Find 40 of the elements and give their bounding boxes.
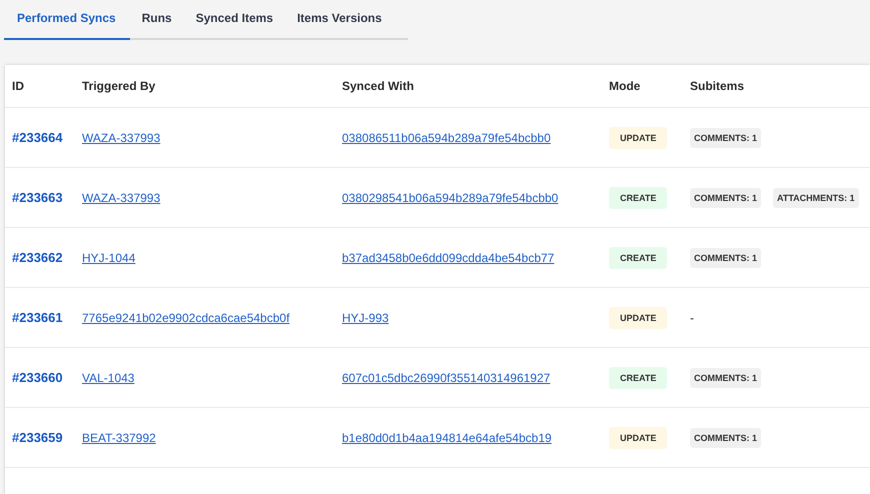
- synced-with-link[interactable]: 607c01c5dbc26990f355140314961927: [342, 370, 550, 384]
- column-header: Triggered By: [82, 79, 156, 93]
- tab[interactable]: Runs: [130, 8, 184, 40]
- tab[interactable]: Synced Items: [184, 8, 286, 40]
- subitem-tag: COMMENTS: 1: [690, 428, 761, 448]
- mode-tag: CREATE: [609, 186, 668, 208]
- triggered-by-link[interactable]: HYJ-1044: [82, 250, 136, 264]
- synced-with-link[interactable]: HYJ-993: [342, 310, 389, 324]
- column-header: Mode: [609, 79, 642, 93]
- sync-id-link[interactable]: #233659: [12, 430, 63, 445]
- mode-tag: UPDATE: [609, 426, 668, 448]
- triggered-by-link[interactable]: BEAT-337992: [82, 430, 156, 444]
- mode-tag: CREATE: [609, 246, 668, 268]
- column-header: Synced With: [342, 79, 415, 93]
- triggered-by-link[interactable]: 7765e9241b02e9902cdca6cae54bcb0f: [82, 310, 290, 324]
- subitem-tag: COMMENTS: 1: [690, 368, 761, 388]
- triggered-by-link[interactable]: WAZA-337993: [82, 190, 160, 204]
- subitem-tag: ATTACHMENTS: 1: [773, 188, 859, 208]
- sync-id-link[interactable]: #233660: [12, 370, 63, 385]
- tab[interactable]: Items Versions: [285, 8, 394, 40]
- sync-id-link[interactable]: #233664: [12, 130, 63, 145]
- subitem-tag: COMMENTS: 1: [690, 188, 761, 208]
- synced-with-link[interactable]: b1e80d0d1b4aa194814e64afe54bcb19: [342, 430, 552, 444]
- sync-id-link[interactable]: #233663: [12, 190, 63, 205]
- mode-tag: CREATE: [609, 366, 668, 388]
- mode-tag: UPDATE: [609, 306, 668, 328]
- triggered-by-link[interactable]: WAZA-337993: [82, 130, 160, 144]
- tab[interactable]: Performed Syncs: [4, 8, 130, 40]
- column-header: Subitems: [690, 79, 746, 93]
- sync-id-link[interactable]: #233662: [12, 250, 63, 265]
- sync-id-link[interactable]: #233661: [12, 310, 63, 325]
- synced-with-link[interactable]: b37ad3458b0e6dd099cdda4be54bcb77: [342, 250, 554, 264]
- column-header: ID: [12, 79, 25, 93]
- empty-subitems-text: -: [690, 310, 694, 324]
- synced-with-link[interactable]: 038086511b06a594b289a79fe54bcbb0: [342, 130, 551, 144]
- triggered-by-link[interactable]: VAL-1043: [82, 370, 134, 384]
- subitem-tag: COMMENTS: 1: [690, 128, 761, 148]
- mode-tag: UPDATE: [609, 126, 668, 148]
- synced-with-link[interactable]: 0380298541b06a594b289a79fe54bcbb0: [342, 190, 558, 204]
- subitem-tag: COMMENTS: 1: [690, 248, 761, 268]
